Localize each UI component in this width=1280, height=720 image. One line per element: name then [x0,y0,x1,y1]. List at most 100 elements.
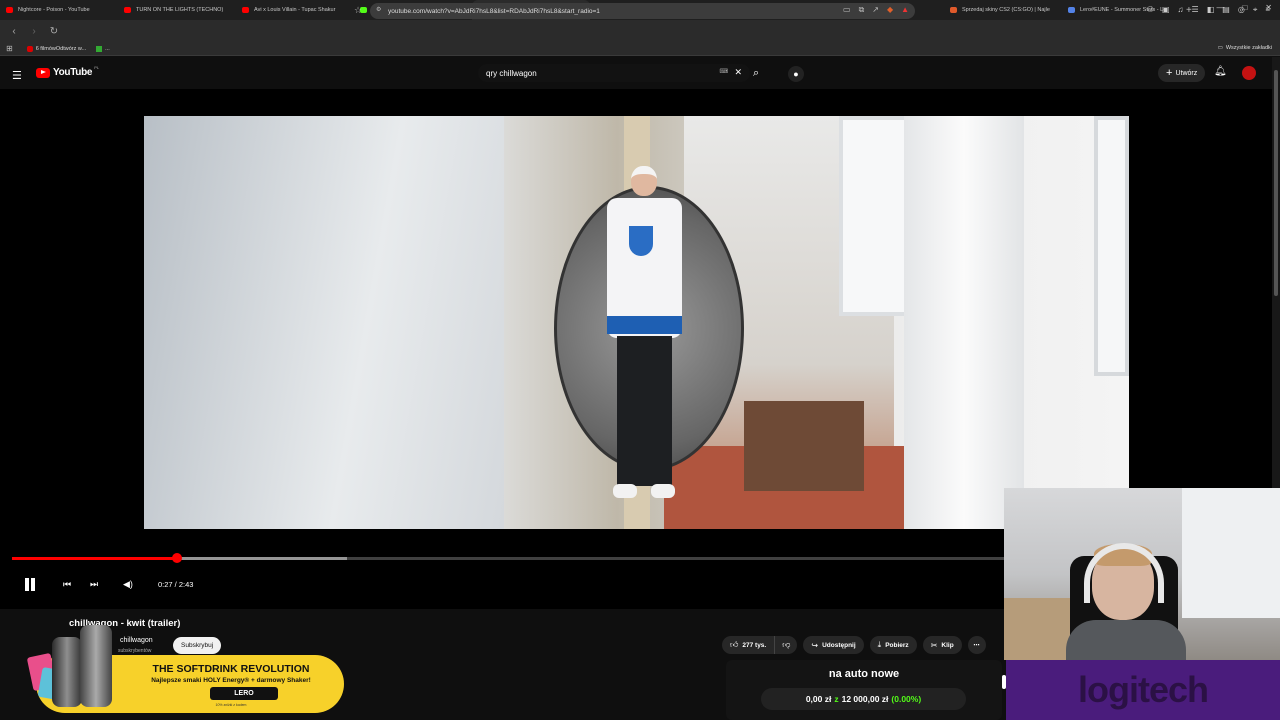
bookmark-sheet[interactable]: ... [96,45,110,52]
screen-cast-icon[interactable]: ▭ [843,5,851,15]
search-input[interactable]: qry chillwagon ⌨ ✕ [478,64,750,82]
tab-title: Sprzedaj skiny CS2 (CS:GO) | Najle [962,7,1050,13]
address-bar: ‹ › ↻ [0,20,1280,42]
video-frame[interactable] [144,116,1129,529]
dislike-button[interactable]: 👎︎ [775,636,798,654]
browser-tab[interactable]: Avi x Louis Villain - Tupac Shakur [236,0,354,20]
sheets-favicon-icon [96,45,103,52]
reload-icon[interactable]: ↻ [48,26,60,37]
performer-legs [617,336,672,486]
performer-shoe [613,484,637,498]
screenshot-icon[interactable]: ▣ [1162,5,1170,15]
share-page-icon[interactable]: ↗ [872,5,879,15]
tab-title: Avi x Louis Villain - Tupac Shakur [254,7,336,13]
previous-icon[interactable]: ⏮︎ [63,579,71,590]
folder-icon: ▭ [1217,45,1223,51]
hamburger-menu-icon[interactable]: ☰ [12,69,22,82]
goal-separator: z [834,694,839,704]
apps-grid-icon[interactable]: ⊞ [6,44,13,53]
shield-icon[interactable]: ◆ [887,5,893,15]
extension-icon[interactable]: ⚇ [1147,5,1154,15]
thumbs-up-icon: 👍︎ [730,640,739,649]
ad-headline: THE SOFTDRINK REVOLUTION [152,663,310,675]
next-icon[interactable]: ⏭︎ [90,579,98,590]
browser-tab[interactable]: Nightcore - Poison - YouTube [0,0,118,20]
tab-favicon-icon [950,7,957,13]
tab-favicon-icon [6,7,13,13]
translate-icon[interactable]: ⧉ [859,5,865,15]
goal-target: 12 000,00 zł [841,694,889,704]
notifications-bell-icon[interactable]: 🔔︎ [1214,66,1227,77]
more-actions-icon[interactable]: ⋯ [967,636,986,654]
tab-favicon-icon [124,7,131,13]
forward-icon[interactable]: › [28,26,40,37]
shaker-bottle [52,637,82,707]
warning-icon[interactable]: ▲ [901,5,909,15]
webcam-shelf [1004,598,1070,660]
jersey-crest [629,226,653,256]
music-icon[interactable]: ♫ [1178,5,1184,15]
bookmark-star-icon[interactable]: ☆ [354,5,362,16]
wallet-icon[interactable]: ▤ [1222,5,1230,15]
like-dislike-group: 👍︎ 277 tys. 👎︎ [722,636,798,654]
microphone-icon[interactable]: ● [788,66,804,82]
url-action-icons: ▭ ⧉ ↗ ◆ ▲ [843,5,909,15]
subscribe-button[interactable]: Subskrybuj [173,637,222,654]
performer-shoe [651,484,675,498]
menu-icon[interactable]: ≡ [1265,5,1270,15]
youtube-header: ☰ YouTube PL qry chillwagon ⌨ ✕ ⌕ ● + Ut… [0,57,1270,89]
logitech-logo: logitech [1006,660,1280,720]
create-button[interactable]: + Utwórz [1158,64,1206,82]
product-image [26,625,130,713]
plus-icon: + [1166,67,1173,79]
clear-search-icon[interactable]: ✕ [734,67,742,78]
video-actions: 👍︎ 277 tys. 👎︎ ↪ Udostępnij ⤓ Pobierz ✂ … [722,636,986,654]
volume-icon[interactable]: ◀︎) [123,579,133,590]
reading-list-icon[interactable]: ☰ [1192,5,1199,15]
scissors-icon: ✂ [930,640,938,650]
download-button[interactable]: ⤓ Pobierz [869,636,917,654]
video-scene-pillar [904,116,1024,529]
tab-favicon-icon [242,7,249,13]
youtube-logo[interactable]: YouTube PL [36,65,99,78]
jersey-band [607,316,682,334]
thumbs-down-icon: 👎︎ [782,640,791,649]
scrollbar-thumb[interactable] [1274,70,1278,296]
donation-goal-bar: 0,00 zł z 12 000,00 zł (0.00%) [761,688,966,710]
sidebar-icon[interactable]: ◧ [1207,5,1215,15]
location-icon[interactable]: ⌖ [1253,5,1258,15]
like-button[interactable]: 👍︎ 277 tys. [722,636,776,654]
webcam-feed [1004,488,1280,660]
avatar[interactable] [1242,66,1256,80]
bookmarks-bar: ⊞ 6 filmówOdtwórz w... ... ▭ Wszystkie z… [0,42,1280,56]
all-bookmarks[interactable]: ▭ Wszystkie zakładki [1218,45,1272,51]
search-icon[interactable]: ⌕ [753,67,759,80]
tab-title: Nightcore - Poison - YouTube [18,7,90,13]
browser-tab[interactable]: TURN ON THE LIGHTS (TECHNO) [118,0,236,20]
extension-icons: ⚇ ▣ ♫ ☰ ◧ ▤ ◎ ⌖ ≡ [1147,5,1270,15]
video-scene-performer [599,166,689,526]
keyboard-icon[interactable]: ⌨ [719,68,728,75]
bookmark-playlist[interactable]: 6 filmówOdtwórz w... [26,45,86,52]
search-query: qry chillwagon [486,68,537,78]
url-text: youtube.com/watch?v=AbJdRi7hsL8&list=RDA… [388,7,600,15]
goal-percent: (0.00%) [891,694,922,704]
download-icon: ⤓ [877,640,882,649]
progress-scrubber[interactable] [171,553,182,563]
performer-head [631,166,657,196]
share-icon: ↪ [811,640,819,650]
back-icon[interactable]: ‹ [8,26,20,37]
youtube-favicon-icon [26,45,33,52]
url-field[interactable]: ⚙ youtube.com/watch?v=AbJdRi7hsL8&list=R… [370,3,915,19]
time-display: 0:27 / 2:43 [158,580,194,589]
browser-tab[interactable]: Sprzedaj skiny CS2 (CS:GO) | Najle [944,0,1062,20]
site-info-icon[interactable]: ⚙ [376,6,381,13]
tab-title: TURN ON THE LIGHTS (TECHNO) [136,7,224,13]
youtube-play-icon [36,67,50,78]
video-scene-window-right [1094,116,1129,376]
progress-played [12,557,177,560]
vpn-icon[interactable]: ◎ [1238,5,1245,15]
share-button[interactable]: ↪ Udostępnij [803,636,864,654]
pause-button[interactable] [24,578,36,591]
clip-button[interactable]: ✂ Klip [922,636,962,654]
